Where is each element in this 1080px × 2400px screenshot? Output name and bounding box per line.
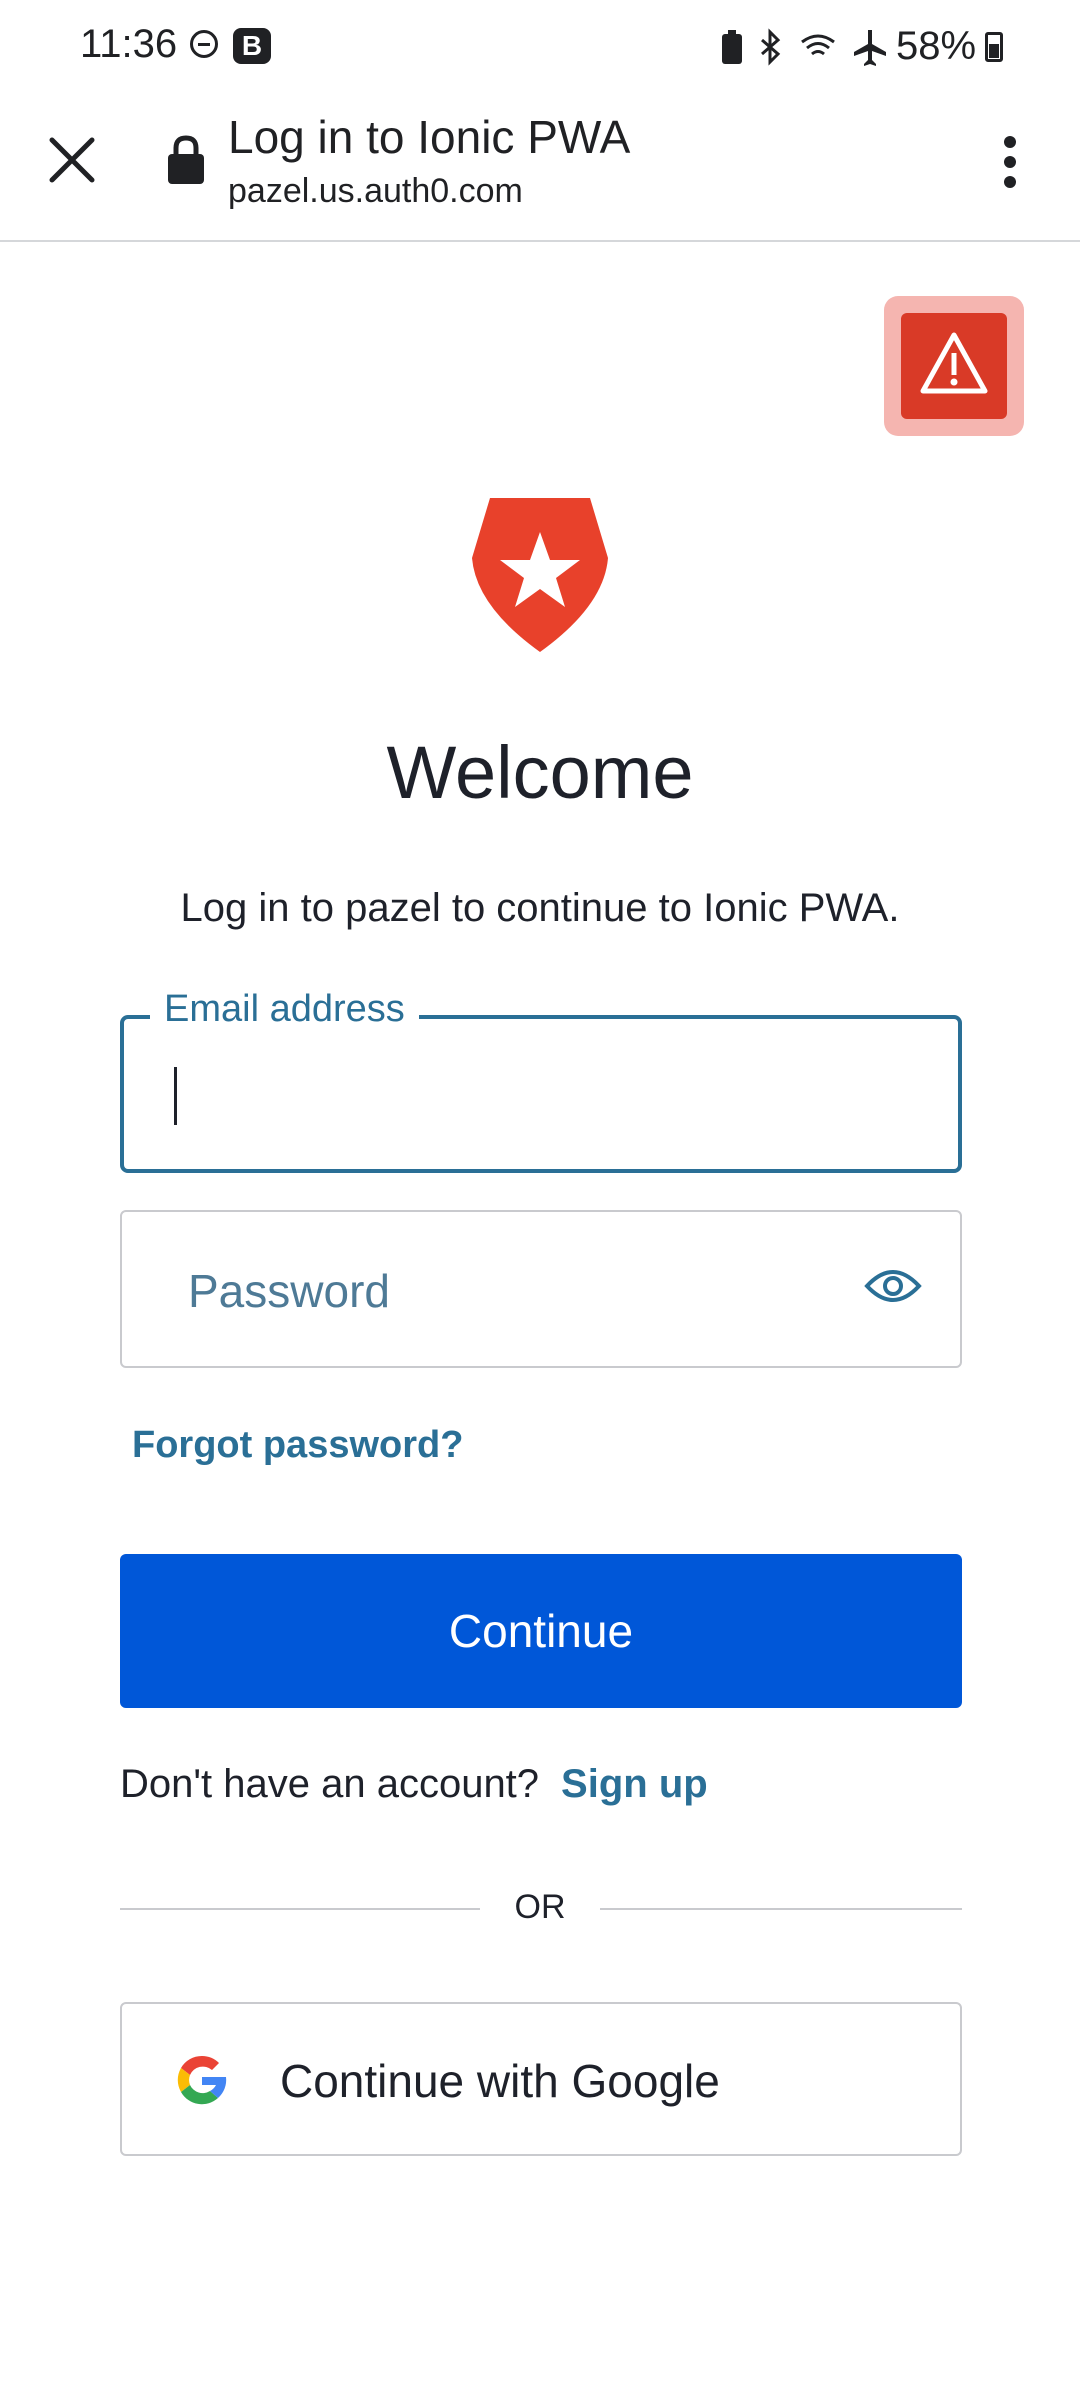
battery-percent: 58% bbox=[896, 24, 977, 68]
page-heading: Welcome bbox=[386, 731, 694, 814]
forgot-password-link[interactable]: Forgot password? bbox=[132, 1424, 463, 1467]
app-badge-icon: B bbox=[233, 28, 271, 64]
battery-icon bbox=[985, 32, 1003, 62]
bluetooth-icon bbox=[761, 28, 781, 66]
warning-button[interactable] bbox=[901, 313, 1007, 419]
auth0-logo bbox=[472, 498, 608, 652]
battery-saver-icon bbox=[722, 30, 742, 64]
email-label: Email address bbox=[150, 988, 419, 1031]
text-caret bbox=[174, 1067, 177, 1125]
signup-link[interactable]: Sign up bbox=[561, 1762, 708, 1806]
lock-icon[interactable] bbox=[166, 134, 206, 186]
more-vert-icon[interactable] bbox=[990, 132, 1030, 192]
divider-right bbox=[600, 1908, 962, 1910]
airplane-icon bbox=[854, 30, 886, 66]
status-icons bbox=[722, 28, 886, 66]
google-button-label: Continue with Google bbox=[280, 2055, 720, 2107]
warning-button-highlight[interactable] bbox=[884, 296, 1024, 436]
email-field[interactable] bbox=[120, 1015, 962, 1173]
warning-icon bbox=[920, 332, 988, 394]
status-time: 11:36 bbox=[80, 22, 178, 66]
password-placeholder: Password bbox=[188, 1265, 390, 1317]
page-url[interactable]: pazel.us.auth0.com bbox=[228, 172, 523, 211]
close-icon[interactable] bbox=[42, 130, 102, 190]
eye-icon[interactable] bbox=[864, 1264, 922, 1308]
divider-text: OR bbox=[514, 1888, 566, 1926]
status-bar: 11:36 B 58% bbox=[0, 0, 1080, 96]
page-title: Log in to Ionic PWA bbox=[228, 111, 631, 163]
wifi-icon bbox=[801, 34, 835, 56]
google-icon bbox=[177, 2055, 227, 2105]
no-account-text: Don't have an account? bbox=[120, 1762, 540, 1806]
continue-with-google-button[interactable]: Continue with Google bbox=[120, 2002, 962, 2156]
password-field[interactable]: Password bbox=[120, 1210, 962, 1368]
login-subtitle: Log in to pazel to continue to Ionic PWA… bbox=[180, 886, 900, 930]
browser-toolbar: Log in to Ionic PWA pazel.us.auth0.com bbox=[0, 96, 1080, 242]
do-not-disturb-icon bbox=[190, 30, 218, 58]
signup-row: Don't have an account? Sign up bbox=[120, 1762, 708, 1807]
continue-button[interactable]: Continue bbox=[120, 1554, 962, 1708]
divider-left bbox=[120, 1908, 480, 1910]
